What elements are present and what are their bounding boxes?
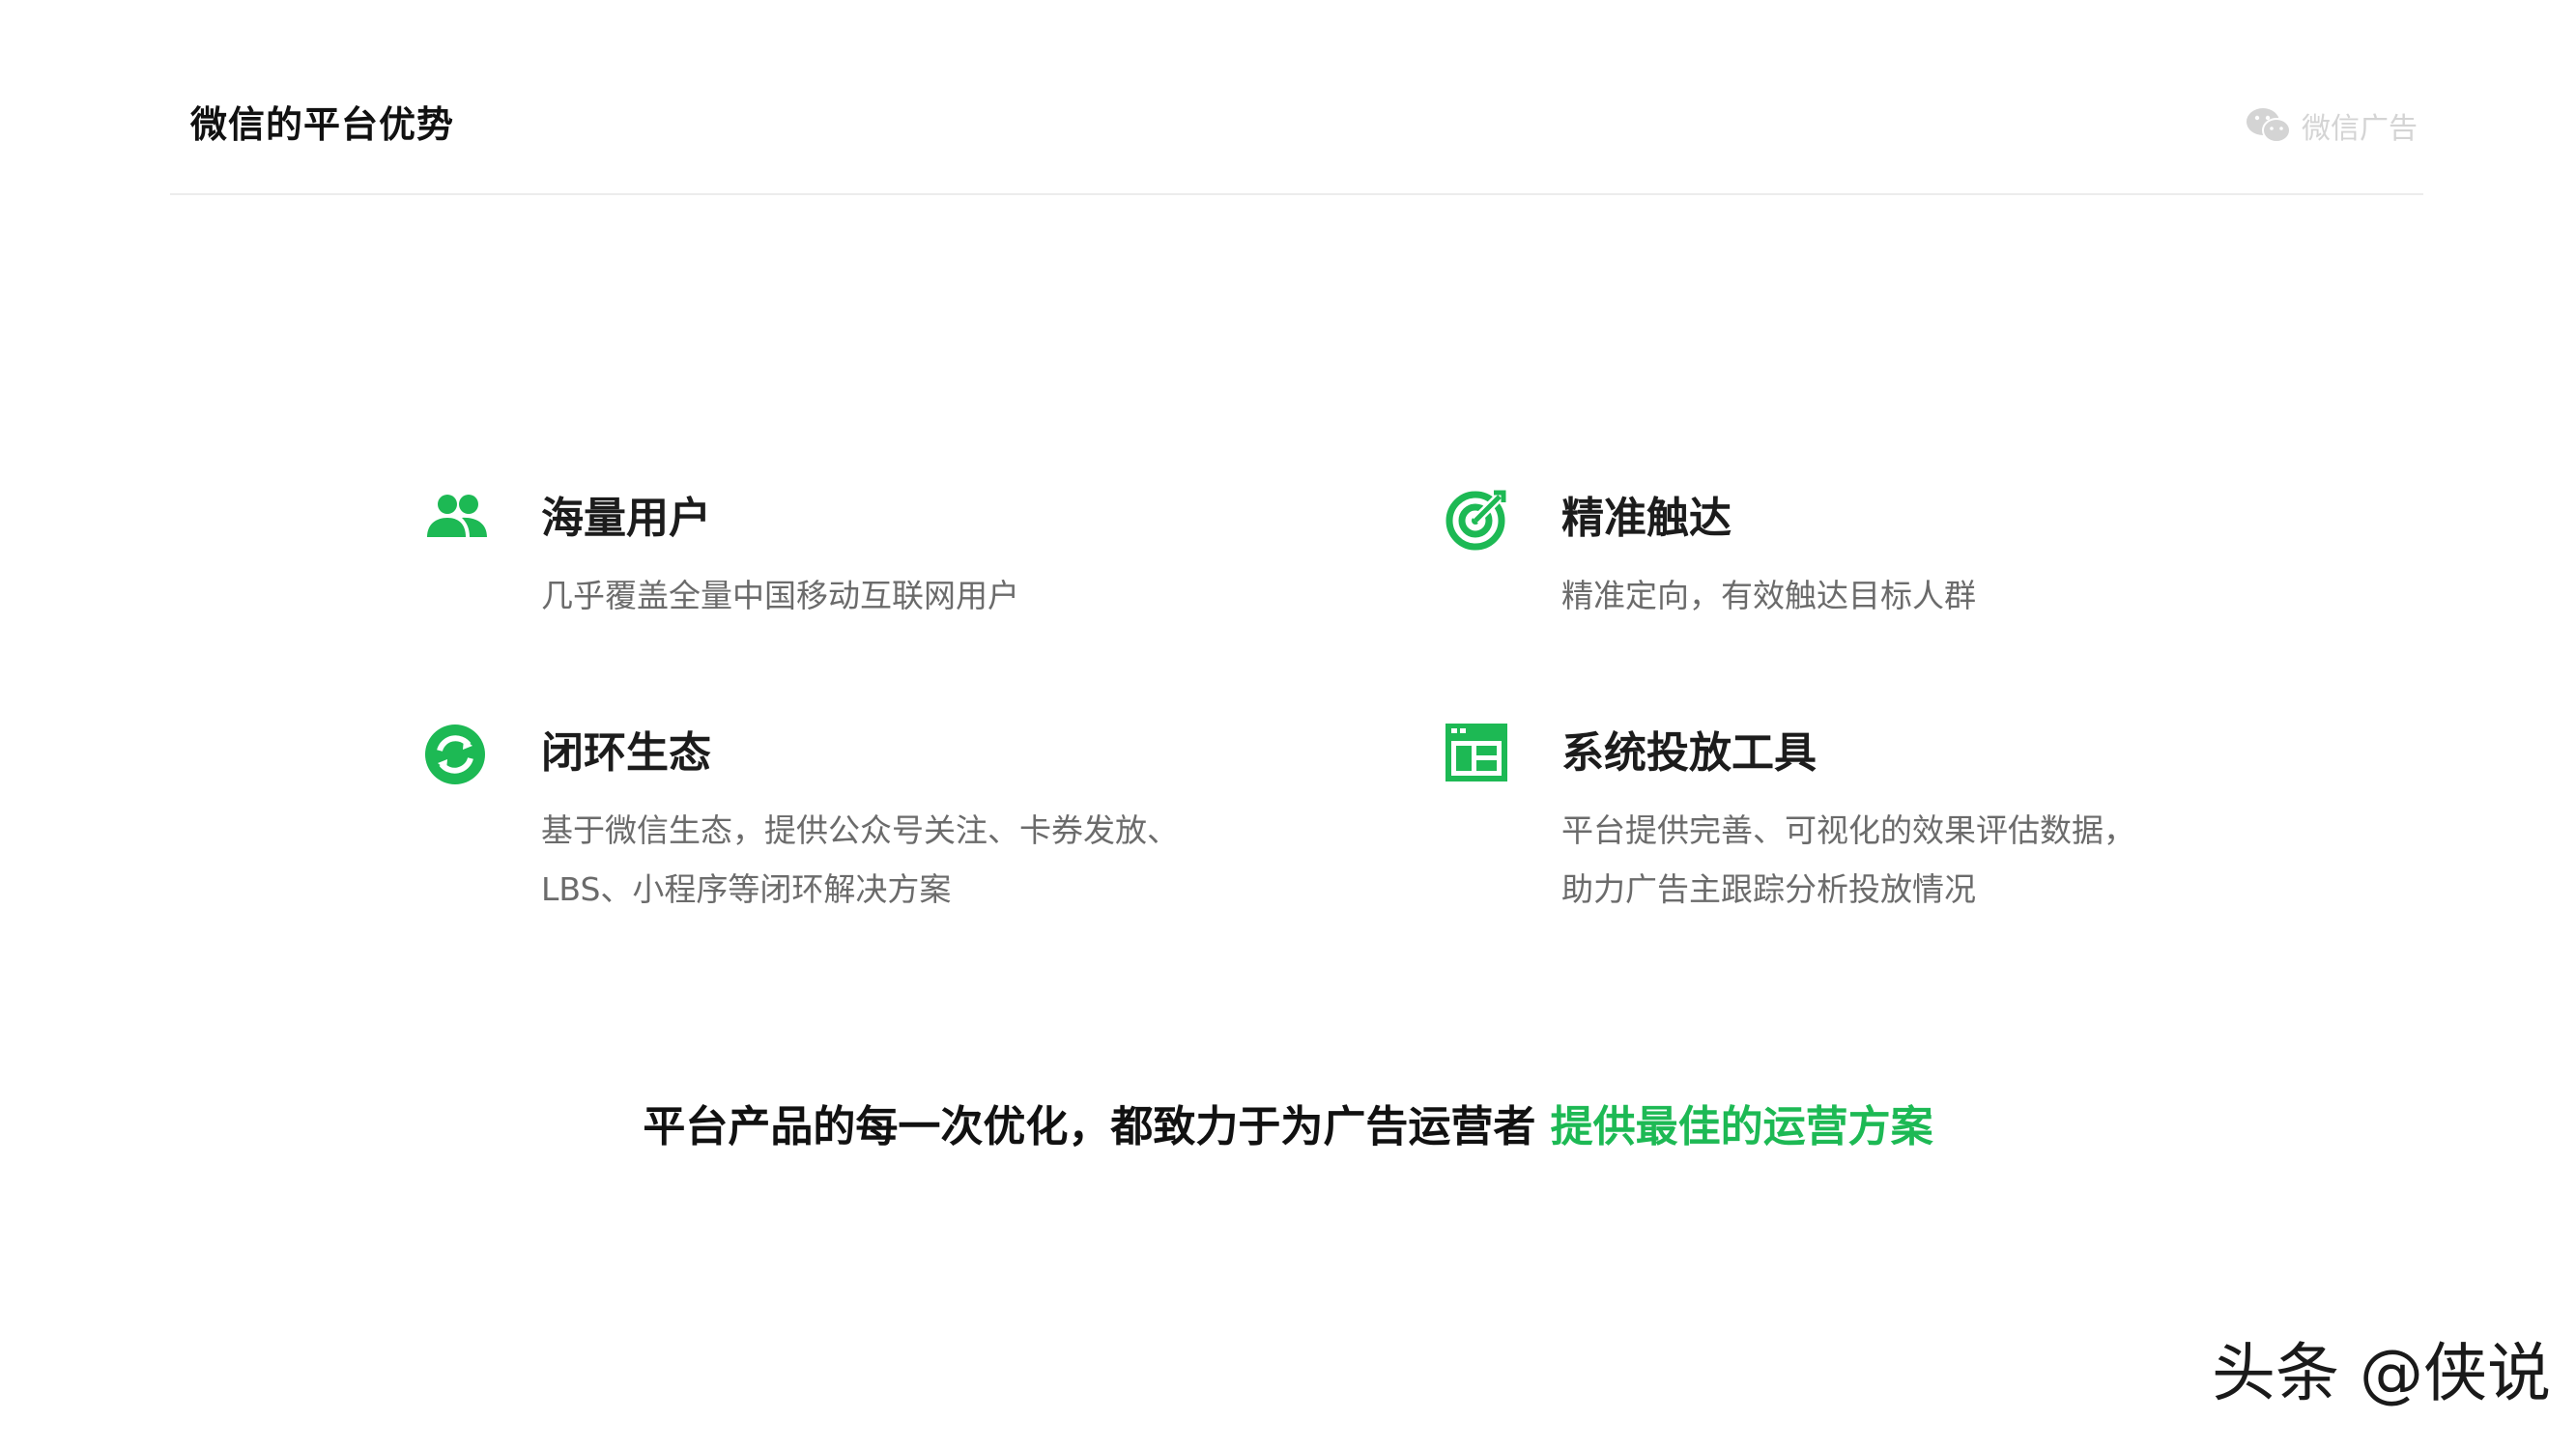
brand-logo: 微信广告 bbox=[2246, 104, 2418, 147]
feature-description: 精准定向，有效触达目标人群 bbox=[1561, 566, 1976, 625]
feature-description-line: 平台提供完善、可视化的效果评估数据， bbox=[1561, 811, 2135, 849]
dashboard-icon bbox=[1444, 720, 1511, 787]
feature-description-line: LBS、小程序等闭环解决方案 bbox=[541, 870, 952, 908]
feature-title: 系统投放工具 bbox=[1561, 728, 1817, 778]
feature-title: 海量用户 bbox=[541, 494, 711, 543]
slogan-prefix: 平台产品的每一次优化，都致力于为广告运营者 bbox=[643, 1102, 1551, 1151]
feature-description-line: 基于微信生态，提供公众号关注、卡券发放、 bbox=[541, 811, 1179, 849]
feature-description-line: 精准定向，有效触达目标人群 bbox=[1561, 577, 1976, 614]
feature-description-line: 几乎覆盖全量中国移动互联网用户 bbox=[541, 577, 1019, 614]
loop-icon bbox=[423, 720, 491, 787]
feature-description-line: 助力广告主跟踪分析投放情况 bbox=[1561, 870, 1976, 908]
wechat-icon bbox=[2246, 106, 2292, 145]
feature-description: 几乎覆盖全量中国移动互联网用户 bbox=[541, 566, 1019, 625]
users-icon bbox=[423, 485, 491, 553]
target-icon bbox=[1444, 485, 1511, 553]
page-title: 微信的平台优势 bbox=[190, 103, 455, 146]
brand-text: 微信广告 bbox=[2302, 112, 2418, 146]
header-divider bbox=[170, 193, 2423, 195]
slogan-highlight: 提供最佳的运营方案 bbox=[1550, 1102, 1933, 1151]
watermark: 头条 @侠说 bbox=[2212, 1336, 2551, 1410]
slogan: 平台产品的每一次优化，都致力于为广告运营者 提供最佳的运营方案 bbox=[0, 1092, 2576, 1153]
feature-description: 平台提供完善、可视化的效果评估数据， 助力广告主跟踪分析投放情况 bbox=[1561, 801, 2135, 919]
feature-title: 闭环生态 bbox=[541, 728, 711, 778]
feature-description: 基于微信生态，提供公众号关注、卡券发放、 LBS、小程序等闭环解决方案 bbox=[541, 801, 1179, 919]
feature-title: 精准触达 bbox=[1561, 494, 1732, 543]
